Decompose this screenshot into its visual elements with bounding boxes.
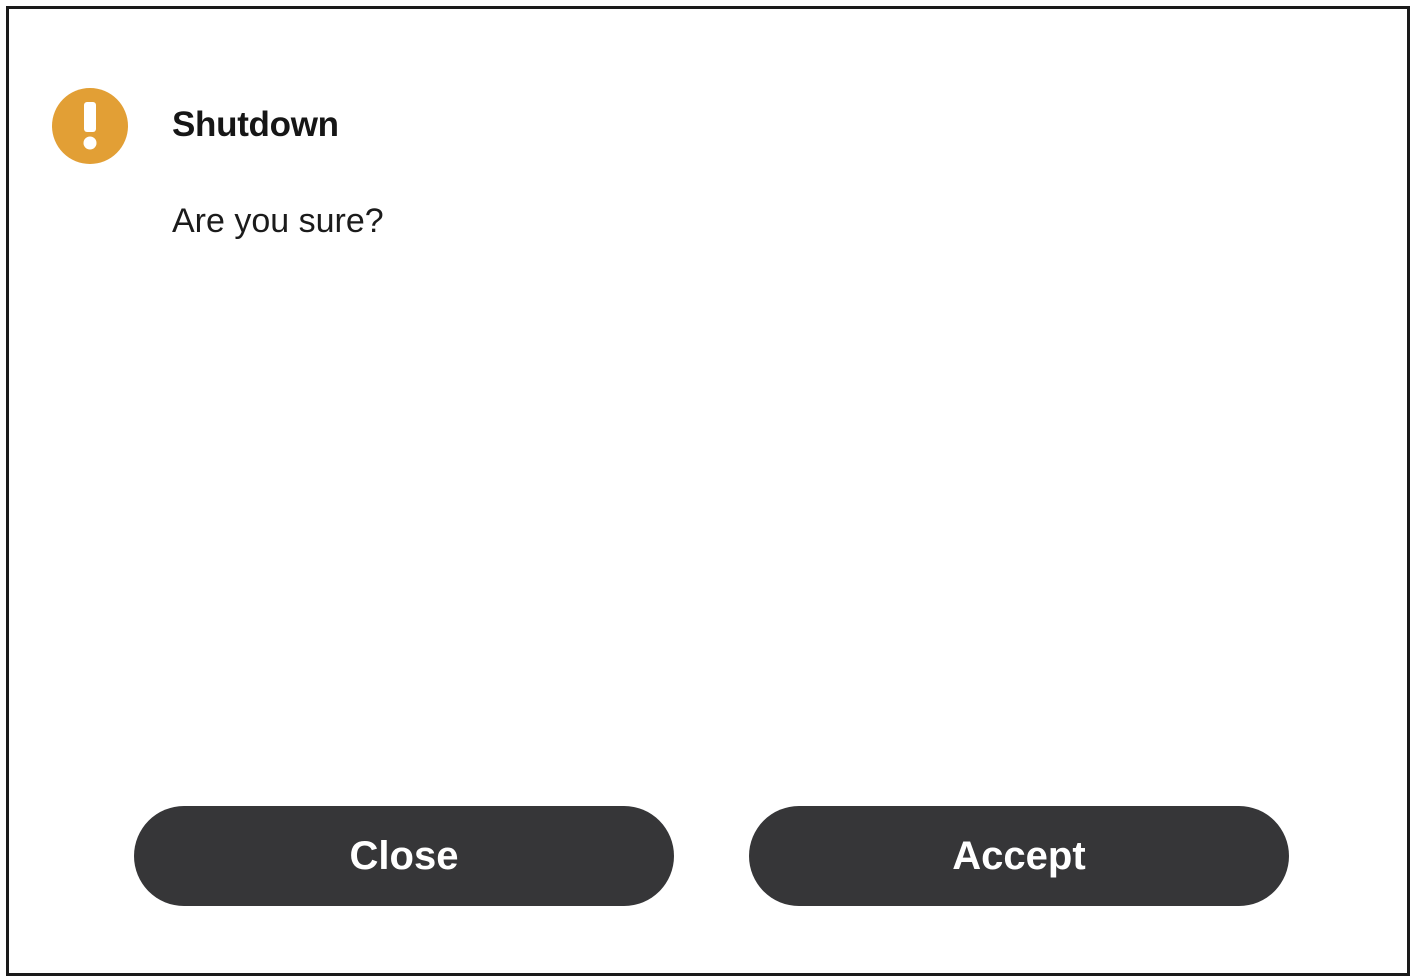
accept-button[interactable]: Accept	[749, 806, 1289, 906]
close-button[interactable]: Close	[134, 806, 674, 906]
dialog-message: Are you sure?	[172, 202, 384, 240]
shutdown-dialog: Shutdown Are you sure? Close Accept	[6, 6, 1410, 976]
dialog-title: Shutdown	[172, 105, 339, 144]
warning-icon	[52, 88, 128, 164]
